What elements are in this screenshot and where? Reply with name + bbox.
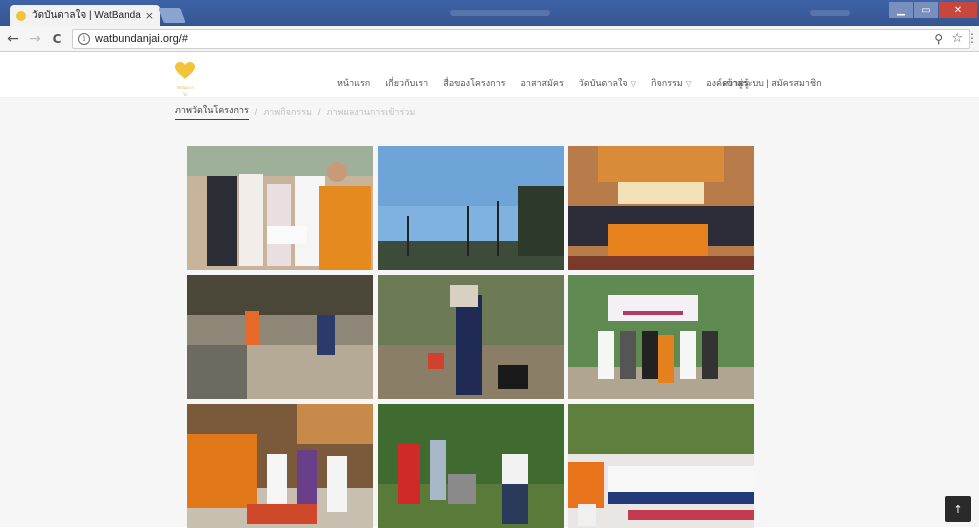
- nav-label: เกี่ยวกับเรา: [385, 78, 429, 88]
- site-header: วัดบันดาลใจ หน้าแรก เกี่ยวกับเรา สื่อของ…: [0, 52, 979, 98]
- nav-item-media[interactable]: สื่อของโครงการ: [443, 76, 505, 90]
- filter-separator: /: [254, 106, 258, 117]
- browser-chrome: วัดบันดาลใจ | WatBandanj × ▁ ▭ ✕ ← → C i…: [0, 0, 979, 52]
- filter-temples[interactable]: ภาพวัดในโครงการ: [175, 103, 249, 120]
- minimize-button[interactable]: ▁: [889, 2, 913, 18]
- filter-activities[interactable]: ภาพกิจกรรม: [263, 105, 312, 119]
- tab-title: วัดบันดาลใจ | WatBandanj: [32, 10, 141, 21]
- forward-arrow-icon[interactable]: →: [26, 30, 44, 48]
- chevron-down-icon: ▽: [630, 81, 637, 88]
- filter-separator: /: [318, 106, 321, 117]
- main-nav: หน้าแรก เกี่ยวกับเรา สื่อของโครงการ อาสา…: [337, 76, 764, 90]
- nav-label: อาสาสมัคร: [520, 78, 564, 88]
- gallery-photo[interactable]: [187, 404, 373, 528]
- chevron-down-icon: ▽: [685, 81, 692, 88]
- gallery-photo[interactable]: [568, 275, 754, 399]
- nav-item-temples[interactable]: วัดบันดาลใจ ▽: [579, 76, 636, 90]
- nav-item-home[interactable]: หน้าแรก: [337, 76, 370, 90]
- site-logo[interactable]: วัดบันดาลใจ: [175, 62, 195, 97]
- window-controls: ▁ ▭ ✕: [889, 2, 977, 18]
- window-title-blur: [450, 10, 550, 16]
- scroll-to-top-button[interactable]: ↑: [945, 496, 971, 522]
- login-register-link[interactable]: เข้าสู่ระบบ | สมัครสมาชิก: [723, 76, 822, 90]
- browser-menu-icon[interactable]: ⋮: [966, 31, 978, 45]
- nav-label: สื่อของโครงการ: [443, 78, 506, 88]
- nav-label: หน้าแรก: [337, 78, 371, 88]
- close-window-button[interactable]: ✕: [939, 2, 977, 18]
- gallery-section: ภาพวัดในโครงการ / ภาพกิจกรรม / ภาพผลงานก…: [0, 98, 979, 528]
- nav-item-activities[interactable]: กิจกรรม ▽: [651, 76, 691, 90]
- nav-label: กิจกรรม: [651, 78, 683, 88]
- gallery-photo[interactable]: [378, 404, 564, 528]
- new-tab-button[interactable]: [158, 8, 186, 23]
- maximize-button[interactable]: ▭: [914, 2, 938, 18]
- tab-bar: วัดบันดาลใจ | WatBandanj × ▁ ▭ ✕: [0, 0, 979, 26]
- browser-tab[interactable]: วัดบันดาลใจ | WatBandanj ×: [10, 5, 160, 26]
- gallery-photo[interactable]: [187, 275, 373, 399]
- zoom-icon[interactable]: ⚲: [934, 32, 943, 46]
- url-text[interactable]: watbundanjai.org/#: [95, 33, 188, 45]
- gallery-photo[interactable]: [378, 146, 564, 270]
- gallery-photo[interactable]: [568, 146, 754, 270]
- bookmark-star-icon[interactable]: ☆: [951, 31, 963, 46]
- info-icon[interactable]: i: [78, 33, 90, 45]
- heart-logo-icon: [175, 62, 195, 79]
- logo-caption: วัดบันดาลใจ: [176, 85, 194, 97]
- gallery-photo[interactable]: [378, 275, 564, 399]
- gallery-filters: ภาพวัดในโครงการ / ภาพกิจกรรม / ภาพผลงานก…: [175, 103, 415, 120]
- reload-icon[interactable]: C: [48, 30, 66, 48]
- url-input[interactable]: i watbundanjai.org/# ⚲ ☆: [72, 29, 970, 49]
- back-arrow-icon[interactable]: ←: [4, 30, 22, 48]
- nav-item-volunteer[interactable]: อาสาสมัคร: [521, 76, 564, 90]
- heart-favicon-icon: [16, 10, 26, 21]
- profile-blur: [810, 10, 850, 16]
- nav-label: วัดบันดาลใจ: [578, 78, 628, 88]
- filter-participation[interactable]: ภาพผลงานการเข้าร่วม: [327, 105, 416, 119]
- website: วัดบันดาลใจ หน้าแรก เกี่ยวกับเรา สื่อของ…: [0, 52, 979, 528]
- gallery-photo[interactable]: [568, 404, 754, 528]
- nav-item-about[interactable]: เกี่ยวกับเรา: [385, 76, 428, 90]
- tab-close-icon[interactable]: ×: [145, 9, 154, 22]
- address-bar: ← → C i watbundanjai.org/# ⚲ ☆ ⋮: [0, 26, 979, 52]
- gallery-photo[interactable]: [187, 146, 373, 270]
